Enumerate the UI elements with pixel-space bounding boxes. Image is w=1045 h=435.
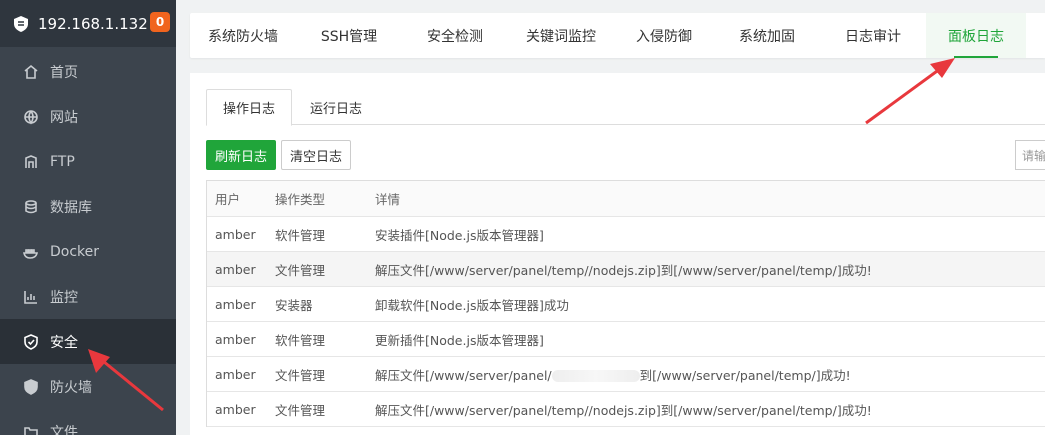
sidebar-item-home[interactable]: 首页 (0, 49, 176, 94)
table-row: amber 文件管理 解压文件[/www/server/panel/temp//… (207, 252, 1045, 287)
tab-system-hardening[interactable]: 系统加固 (714, 13, 820, 58)
monitor-icon (22, 288, 40, 306)
sidebar-item-label: 监控 (50, 289, 78, 306)
log-subtabs: 操作日志 运行日志 (206, 89, 1045, 126)
sidebar-item-website[interactable]: 网站 (0, 94, 176, 139)
row-type: 文件管理 (275, 367, 326, 383)
server-header: 192.168.1.132 0 (0, 0, 176, 47)
tab-log-audit[interactable]: 日志审计 (820, 13, 926, 58)
sidebar-item-label: 网站 (50, 109, 78, 126)
sidebar: 192.168.1.132 0 首页 网站 FTP 数据库 Docker 监控 … (0, 0, 176, 435)
sidebar-item-docker[interactable]: Docker (0, 229, 176, 274)
server-ip: 192.168.1.132 (38, 14, 148, 33)
sidebar-item-ftp[interactable]: FTP (0, 139, 176, 184)
sidebar-item-label: 数据库 (50, 199, 92, 216)
clear-log-button[interactable]: 清空日志 (281, 140, 351, 170)
row-detail: 解压文件[/www/server/panel/temp//nodejs.zip]… (375, 402, 872, 418)
row-type: 文件管理 (275, 402, 326, 418)
globe-icon (22, 108, 40, 126)
row-detail: 安装插件[Node.js版本管理器] (375, 227, 544, 243)
redacted-blur (551, 370, 640, 382)
sidebar-item-monitor[interactable]: 监控 (0, 274, 176, 319)
sidebar-item-database[interactable]: 数据库 (0, 184, 176, 229)
row-detail-end: 到[/www/server/panel/temp/]成功! (639, 367, 851, 383)
row-user: amber (215, 296, 256, 312)
row-detail: 解压文件[/www/server/panel/到[/www/server/pan… (375, 365, 851, 384)
row-detail-start: 解压文件[/www/server/panel/ (375, 367, 552, 383)
row-type: 软件管理 (275, 332, 326, 348)
row-type: 文件管理 (275, 262, 326, 278)
table-row: amber 安装器 卸载软件[Node.js版本管理器]成功 (207, 287, 1045, 322)
row-detail: 更新插件[Node.js版本管理器] (375, 332, 544, 348)
column-operation-type: 操作类型 (275, 192, 326, 207)
notification-badge[interactable]: 0 (150, 12, 170, 32)
row-type: 安装器 (275, 297, 313, 313)
tab-keyword-monitor[interactable]: 关键词监控 (508, 13, 614, 58)
operation-log-table: 用户 操作类型 详情 amber 软件管理 安装插件[Node.js版本管理器]… (206, 180, 1045, 427)
row-user: amber (215, 226, 256, 242)
refresh-log-button[interactable]: 刷新日志 (206, 140, 276, 170)
table-header: 用户 操作类型 详情 (207, 181, 1045, 217)
panel-logs-content: 操作日志 运行日志 刷新日志 清空日志 请输入 用户 操作类型 详情 amber… (190, 73, 1045, 435)
sidebar-item-label: 防火墙 (50, 379, 92, 396)
sidebar-item-files[interactable]: 文件 (0, 409, 176, 435)
sidebar-item-label: Docker (50, 243, 100, 260)
row-detail: 卸载软件[Node.js版本管理器]成功 (375, 297, 569, 313)
row-type: 软件管理 (275, 227, 326, 243)
tab-security-check[interactable]: 安全检测 (402, 13, 508, 58)
sidebar-item-label: 安全 (50, 334, 78, 351)
tab-intrusion-prevention[interactable]: 入侵防御 (614, 13, 714, 58)
column-details: 详情 (375, 192, 401, 207)
table-row: amber 文件管理 解压文件[/www/server/panel/到[/www… (207, 357, 1045, 392)
row-user: amber (215, 261, 256, 277)
home-icon (22, 63, 40, 81)
security-tabs: 系统防火墙 SSH管理 安全检测 关键词监控 入侵防御 系统加固 日志审计 面板… (190, 13, 1045, 58)
column-user: 用户 (215, 192, 241, 207)
table-row: amber 软件管理 安装插件[Node.js版本管理器] (207, 217, 1045, 252)
subtab-runtime-log[interactable]: 运行日志 (296, 89, 376, 125)
tab-panel-logs[interactable]: 面板日志 (926, 13, 1026, 58)
table-row: amber 文件管理 解压文件[/www/server/panel/temp//… (207, 392, 1045, 427)
docker-icon (22, 243, 40, 261)
sidebar-item-label: 首页 (50, 64, 78, 81)
sidebar-item-security[interactable]: 安全 (0, 319, 176, 364)
ftp-icon (22, 153, 40, 171)
row-detail: 解压文件[/www/server/panel/temp//nodejs.zip]… (375, 262, 872, 278)
sidebar-item-firewall[interactable]: 防火墙 (0, 364, 176, 409)
row-user: amber (215, 331, 256, 347)
row-user: amber (215, 401, 256, 417)
tab-system-firewall[interactable]: 系统防火墙 (190, 13, 296, 58)
sidebar-item-label: FTP (50, 153, 75, 170)
table-row: amber 软件管理 更新插件[Node.js版本管理器] (207, 322, 1045, 357)
row-user: amber (215, 366, 256, 382)
server-logo-icon (14, 15, 28, 32)
database-icon (22, 198, 40, 216)
folder-icon (22, 423, 40, 435)
subtab-operation-log[interactable]: 操作日志 (206, 89, 292, 126)
shield-icon (22, 333, 40, 351)
tab-ssh-management[interactable]: SSH管理 (296, 13, 402, 58)
firewall-icon (22, 378, 40, 396)
sidebar-item-label: 文件 (50, 424, 78, 435)
search-input[interactable]: 请输入 (1015, 140, 1045, 170)
